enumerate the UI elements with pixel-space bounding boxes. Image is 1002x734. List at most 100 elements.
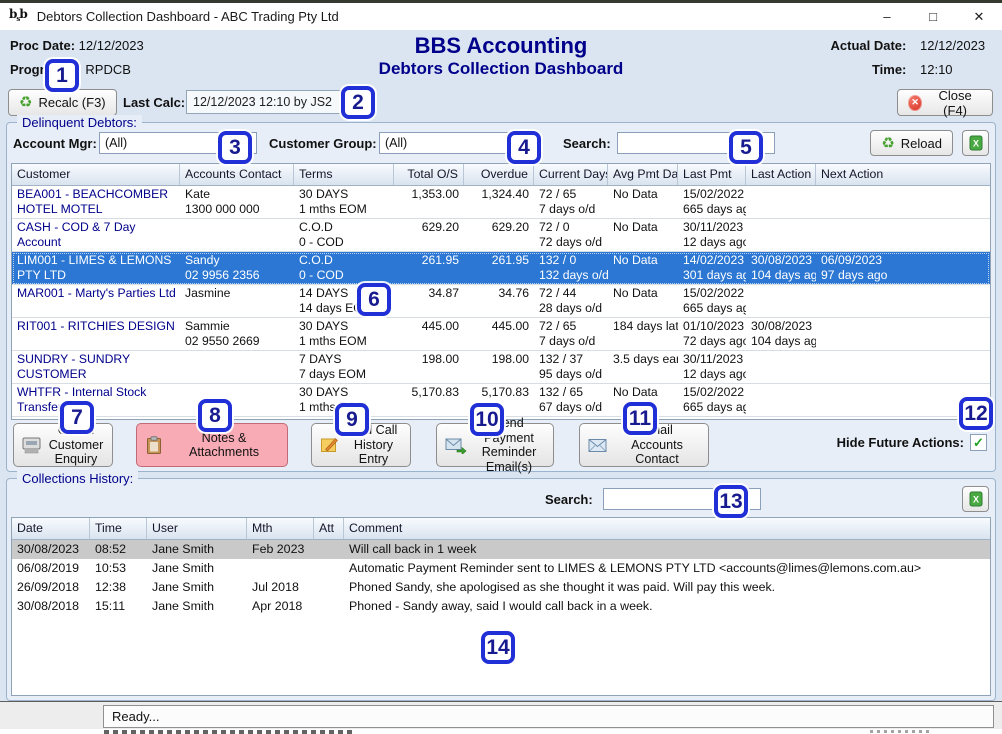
account-mgr-label: Account Mgr: bbox=[13, 136, 97, 151]
close-f4-button[interactable]: ✕ Close (F4) bbox=[897, 89, 993, 116]
cell-customer: SUNDRY - SUNDRYCUSTOMER bbox=[12, 351, 180, 383]
cell-avg: No Data bbox=[608, 252, 678, 284]
cell-mth: Apr 2018 bbox=[247, 597, 314, 616]
last-calc-value: 12/12/2023 12:10 by JS2 bbox=[186, 90, 346, 114]
cell-contact: Jasmine bbox=[180, 285, 294, 317]
minimize-button[interactable]: – bbox=[864, 3, 910, 30]
cell-current: 132 / 3795 days o/d bbox=[534, 351, 608, 383]
time-label: Time: bbox=[872, 62, 906, 77]
cell-current: 132 / 0132 days o/d bbox=[534, 252, 608, 284]
annotation-badge-6: 6 bbox=[357, 283, 391, 316]
history-row[interactable]: 30/08/201815:11Jane SmithApr 2018Phoned … bbox=[12, 597, 990, 616]
cell-lastpmt: 15/02/2022665 days ago bbox=[678, 186, 746, 218]
background-artifact bbox=[870, 730, 930, 733]
cell-nextaction bbox=[816, 186, 990, 218]
cell-total: 261.95 bbox=[394, 252, 464, 284]
cell-overdue: 629.20 bbox=[464, 219, 534, 251]
hide-future-actions-checkbox[interactable]: ✓ bbox=[970, 434, 987, 451]
cell-comment: Phoned - Sandy away, said I would call b… bbox=[344, 597, 990, 616]
cell-contact: Sammie02 9550 2669 bbox=[180, 318, 294, 350]
cell-lastaction bbox=[746, 219, 816, 251]
cell-lastaction bbox=[746, 186, 816, 218]
export-excel-icon: X bbox=[968, 135, 984, 151]
email-icon bbox=[588, 438, 608, 453]
cell-lastpmt: 30/11/202312 days ago bbox=[678, 219, 746, 251]
reload-button[interactable]: ♻ Reload bbox=[870, 130, 953, 156]
background-artifact bbox=[104, 730, 354, 734]
maximize-button[interactable]: □ bbox=[910, 3, 956, 30]
cell-current: 72 / 657 days o/d bbox=[534, 318, 608, 350]
recycle-icon: ♻ bbox=[881, 136, 894, 151]
cell-overdue: 261.95 bbox=[464, 252, 534, 284]
history-row[interactable]: 30/08/202308:52Jane SmithFeb 2023Will ca… bbox=[12, 540, 990, 559]
actual-date-label: Actual Date: bbox=[831, 38, 907, 53]
time-value: 12:10 bbox=[920, 62, 992, 77]
cell-avg: No Data bbox=[608, 285, 678, 317]
col-date[interactable]: Date bbox=[12, 518, 90, 539]
cell-customer: WHTFR - Internal StockTransfer bbox=[12, 384, 180, 416]
proc-date-value: 12/12/2023 bbox=[79, 38, 144, 53]
collections-history-group: Collections History: Search: X Date Time… bbox=[6, 478, 996, 701]
cell-time: 15:11 bbox=[90, 597, 147, 616]
history-table: Date Time User Mth Att Comment 30/08/202… bbox=[11, 517, 991, 696]
col-terms[interactable]: Terms bbox=[294, 164, 394, 185]
export-excel-button[interactable]: X bbox=[962, 130, 989, 156]
window-title: Debtors Collection Dashboard - ABC Tradi… bbox=[37, 9, 339, 24]
debtor-row[interactable]: LIM001 - LIMES & LEMONSPTY LTDSandy02 99… bbox=[12, 252, 990, 285]
col-comment[interactable]: Comment bbox=[344, 518, 990, 539]
actual-date-row: Actual Date: 12/12/2023 bbox=[831, 38, 992, 53]
clipboard-icon bbox=[145, 436, 163, 455]
annotation-badge-3: 3 bbox=[218, 131, 252, 164]
annotation-badge-7: 7 bbox=[60, 401, 94, 434]
cell-nextaction: 06/09/202397 days ago bbox=[816, 252, 990, 284]
col-accounts-contact[interactable]: Accounts Contact bbox=[180, 164, 294, 185]
col-last-action[interactable]: Last Action bbox=[746, 164, 816, 185]
annotation-badge-12: 12 bbox=[959, 397, 993, 430]
col-time[interactable]: Time bbox=[90, 518, 147, 539]
cell-comment: Will call back in 1 week bbox=[344, 540, 990, 559]
customer-group-value: (All) bbox=[385, 136, 407, 150]
cell-terms: C.O.D0 - COD bbox=[294, 219, 394, 251]
svg-text:X: X bbox=[972, 495, 978, 505]
debtor-row[interactable]: MAR001 - Marty's Parties LtdJasmine14 DA… bbox=[12, 285, 990, 318]
recalc-button[interactable]: ♻ Recalc (F3) bbox=[8, 89, 117, 116]
terminal-icon bbox=[22, 437, 42, 454]
program-value: RPDCB bbox=[85, 62, 131, 77]
debtor-row[interactable]: RIT001 - RITCHIES DESIGNSammie02 9550 26… bbox=[12, 318, 990, 351]
debtor-row[interactable]: CASH - COD & 7 DayAccountC.O.D0 - COD629… bbox=[12, 219, 990, 252]
cell-lastaction bbox=[746, 285, 816, 317]
cell-date: 30/08/2018 bbox=[12, 597, 90, 616]
col-next-action[interactable]: Next Action bbox=[816, 164, 990, 185]
col-last-pmt[interactable]: Last Pmt bbox=[678, 164, 746, 185]
debtor-row[interactable]: BEA001 - BEACHCOMBERHOTEL MOTELKate1300 … bbox=[12, 186, 990, 219]
col-total-os[interactable]: Total O/S bbox=[394, 164, 464, 185]
history-row[interactable]: 06/08/201910:53Jane SmithAutomatic Payme… bbox=[12, 559, 990, 578]
col-mth[interactable]: Mth bbox=[247, 518, 314, 539]
col-current-days[interactable]: Current Days bbox=[534, 164, 608, 185]
proc-date-label: Proc Date: bbox=[10, 38, 75, 53]
debtor-row[interactable]: SUNDRY - SUNDRYCUSTOMER 7 DAYS7 days EOM 1… bbox=[12, 351, 990, 384]
titlebar: bsb Debtors Collection Dashboard - ABC T… bbox=[0, 3, 1002, 30]
annotation-badge-8: 8 bbox=[198, 399, 232, 432]
cell-date: 26/09/2018 bbox=[12, 578, 90, 597]
col-avg-pmt-days[interactable]: Avg Pmt Da... bbox=[608, 164, 678, 185]
col-att[interactable]: Att bbox=[314, 518, 344, 539]
cell-current: 72 / 4428 days o/d bbox=[534, 285, 608, 317]
history-search-label: Search: bbox=[545, 492, 593, 507]
col-customer[interactable]: Customer bbox=[12, 164, 180, 185]
cell-terms: 7 DAYS7 days EOM bbox=[294, 351, 394, 383]
col-overdue[interactable]: Overdue bbox=[464, 164, 534, 185]
cell-contact: Kate1300 000 000 bbox=[180, 186, 294, 218]
delinquent-group-label: Delinquent Debtors: bbox=[17, 115, 142, 130]
annotation-badge-13: 13 bbox=[714, 485, 748, 518]
col-user[interactable]: User bbox=[147, 518, 247, 539]
history-export-excel-button[interactable]: X bbox=[962, 486, 989, 512]
cell-total: 1,353.00 bbox=[394, 186, 464, 218]
history-row[interactable]: 26/09/201812:38Jane SmithJul 2018Phoned … bbox=[12, 578, 990, 597]
note-pencil-icon bbox=[320, 436, 339, 454]
close-window-button[interactable]: ✕ bbox=[956, 3, 1002, 30]
app-logo-icon: bsb bbox=[9, 9, 27, 24]
cell-lastaction bbox=[746, 351, 816, 383]
cell-current: 72 / 072 days o/d bbox=[534, 219, 608, 251]
cell-contact: Sandy02 9956 2356 bbox=[180, 252, 294, 284]
